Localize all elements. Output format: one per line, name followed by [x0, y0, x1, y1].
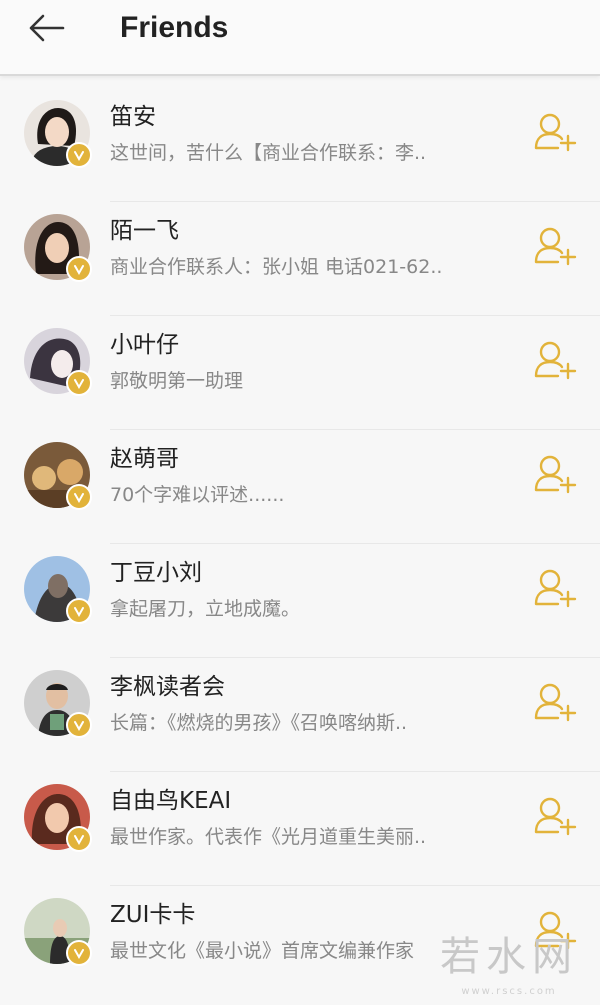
verified-v-icon [74, 721, 84, 731]
add-person-icon [534, 455, 577, 494]
add-friend-button[interactable] [532, 566, 580, 610]
verified-badge [66, 598, 92, 624]
friend-name: 小叶仔 [110, 332, 179, 358]
verified-v-icon [74, 949, 84, 959]
verified-v-icon [74, 493, 84, 503]
verified-v-icon [74, 265, 84, 275]
verified-badge [66, 826, 92, 852]
friend-row[interactable]: ZUI卡卡 最世文化《最小说》首席文编兼作家 [0, 886, 600, 1000]
friend-name: ZUI卡卡 [110, 902, 196, 928]
friend-description: 最世作家。代表作《光月道重生美丽.. [110, 826, 427, 848]
friend-row[interactable]: 赵萌哥 70个字难以评述...... [0, 430, 600, 544]
friend-description: 70个字难以评述...... [110, 484, 285, 506]
add-friend-button[interactable] [532, 338, 580, 382]
add-friend-button[interactable] [532, 452, 580, 496]
verified-v-icon [74, 379, 84, 389]
friends-list: 笛安 这世间，苦什么【商业合作联系：李.. 陌一飞 商业合作联系人：张小姐 电话… [0, 88, 600, 1000]
friend-name: 丁豆小刘 [110, 560, 202, 586]
page-title: Friends [120, 11, 229, 44]
friend-description: 最世文化《最小说》首席文编兼作家 [110, 940, 415, 962]
add-person-icon [534, 569, 577, 608]
friend-row[interactable]: 笛安 这世间，苦什么【商业合作联系：李.. [0, 88, 600, 202]
verified-v-icon [74, 151, 84, 161]
friend-description: 这世间，苦什么【商业合作联系：李.. [110, 142, 427, 164]
back-button[interactable] [22, 8, 70, 48]
friend-row[interactable]: 自由鸟KEAI 最世作家。代表作《光月道重生美丽.. [0, 772, 600, 886]
verified-badge [66, 256, 92, 282]
app-header: Friends [0, 0, 600, 76]
friend-name: 陌一飞 [110, 218, 179, 244]
verified-badge [66, 370, 92, 396]
friend-description: 长篇：《燃烧的男孩》《召唤喀纳斯.. [110, 712, 408, 734]
verified-badge [66, 712, 92, 738]
friend-row[interactable]: 丁豆小刘 拿起屠刀，立地成魔。 [0, 544, 600, 658]
verified-v-icon [74, 607, 84, 617]
friend-description: 拿起屠刀，立地成魔。 [110, 598, 301, 620]
verified-badge [66, 940, 92, 966]
friend-description: 商业合作联系人：张小姐 电话021-62.. [110, 256, 443, 278]
add-friend-button[interactable] [532, 680, 580, 724]
add-friend-button[interactable] [532, 908, 580, 952]
verified-badge [66, 142, 92, 168]
add-friend-button[interactable] [532, 110, 580, 154]
verified-badge [66, 484, 92, 510]
friend-row[interactable]: 陌一飞 商业合作联系人：张小姐 电话021-62.. [0, 202, 600, 316]
add-person-icon [534, 227, 577, 266]
friend-row[interactable]: 李枫读者会 长篇：《燃烧的男孩》《召唤喀纳斯.. [0, 658, 600, 772]
friend-row[interactable]: 小叶仔 郭敬明第一助理 [0, 316, 600, 430]
add-friend-button[interactable] [532, 224, 580, 268]
add-person-icon [534, 797, 577, 836]
friend-name: 李枫读者会 [110, 674, 225, 700]
verified-v-icon [74, 835, 84, 845]
friend-name: 赵萌哥 [110, 446, 179, 472]
add-friend-button[interactable] [532, 794, 580, 838]
add-person-icon [534, 911, 577, 950]
friend-name: 自由鸟KEAI [110, 788, 232, 814]
friend-description: 郭敬明第一助理 [110, 370, 244, 392]
add-person-icon [534, 113, 577, 152]
add-person-icon [534, 683, 577, 722]
friend-name: 笛安 [110, 104, 156, 130]
arrow-left-icon [29, 14, 65, 42]
add-person-icon [534, 341, 577, 380]
